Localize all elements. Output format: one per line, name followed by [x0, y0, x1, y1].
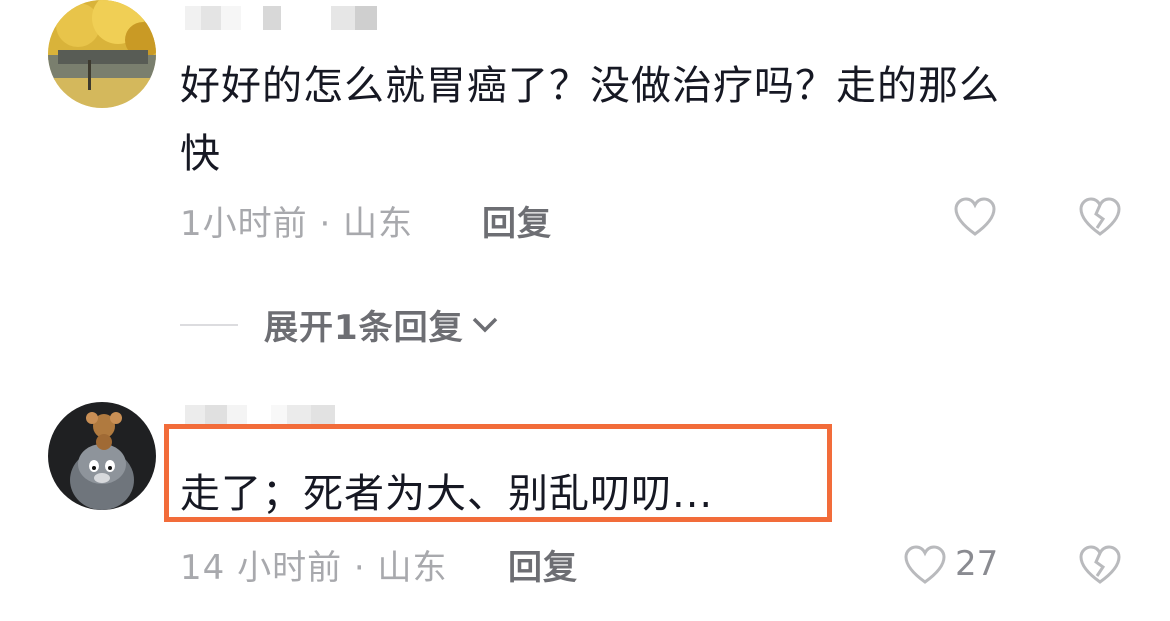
comment-time-location: 1小时前 · 山东 [180, 204, 414, 244]
chevron-down-icon [472, 317, 497, 332]
dislike-button[interactable] [1078, 544, 1122, 592]
avatar[interactable] [48, 0, 156, 108]
expand-replies-label: 展开1条回复 [264, 308, 464, 348]
username-redacted[interactable] [185, 6, 377, 30]
comment-time-location: 14 小时前 · 山东 [180, 548, 448, 588]
broken-heart-icon [1079, 197, 1121, 236]
avatar-autumn-tree-image [48, 0, 156, 108]
like-button[interactable] [953, 196, 997, 244]
divider-line [180, 323, 238, 326]
broken-heart-icon [1079, 545, 1121, 584]
like-count: 27 [955, 544, 999, 584]
comment-text-line: 快 [180, 131, 221, 177]
avatar[interactable] [48, 402, 156, 510]
heart-outline-icon [904, 545, 946, 584]
reply-button[interactable]: 回复 [508, 540, 578, 589]
like-button[interactable] [903, 544, 947, 592]
avatar-cartoon-cat-mouse-image [48, 402, 156, 510]
comment-text-line: 好好的怎么就胃癌了？没做治疗吗？走的那么 [180, 63, 1000, 109]
heart-outline-icon [954, 197, 996, 236]
expand-replies-button[interactable]: 展开1条回复 [180, 300, 500, 349]
reply-button[interactable]: 回复 [482, 196, 552, 245]
comment-text: 好好的怎么就胃癌了？没做治疗吗？走的那么 快 [180, 52, 1000, 188]
comment-text: 走了；死者为大、别乱叨叨... [180, 471, 714, 517]
dislike-button[interactable] [1078, 196, 1122, 244]
